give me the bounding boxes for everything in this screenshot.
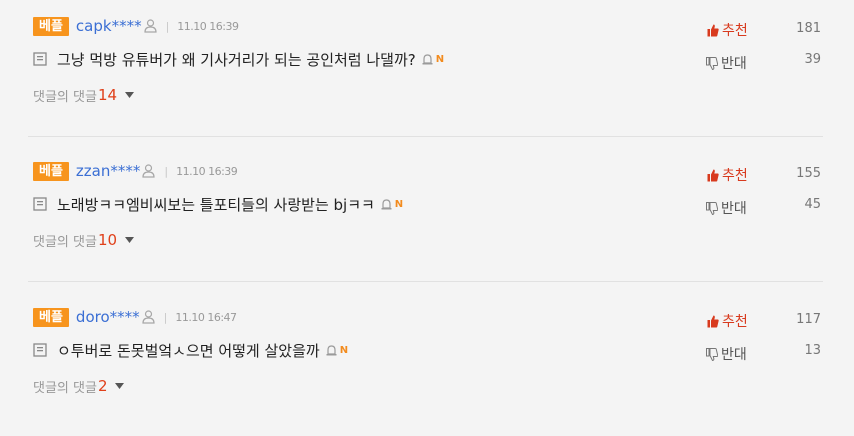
separator: | bbox=[165, 19, 170, 33]
oppose-button[interactable]: 반대 bbox=[706, 344, 747, 364]
recommend-count: 117 bbox=[796, 312, 821, 327]
reply-label: 댓글의 댓글 bbox=[33, 89, 97, 105]
oppose-count: 13 bbox=[804, 343, 821, 358]
comment-header: 베플 zzan**** | 11.10 16:39 bbox=[33, 161, 238, 181]
timestamp: 11.10 16:47 bbox=[175, 310, 237, 324]
alarm-bell-icon[interactable] bbox=[380, 198, 393, 211]
comment-header: 베플 doro**** | 11.10 16:47 bbox=[33, 307, 237, 327]
oppose-button[interactable]: 반대 bbox=[706, 53, 747, 73]
reply-label: 댓글의 댓글 bbox=[33, 380, 97, 396]
recommend-button[interactable]: 추천 bbox=[707, 20, 748, 40]
reply-count: 14 bbox=[97, 86, 118, 104]
best-badge: 베플 bbox=[33, 307, 69, 327]
person-icon[interactable] bbox=[142, 164, 155, 178]
reply-count: 2 bbox=[97, 377, 108, 395]
comment-item: 베플 doro**** | 11.10 16:47 ㅇ투버로 돈못벌엌ㅅ으면 어… bbox=[0, 291, 854, 436]
comment-body: 그냥 먹방 유튜버가 왜 기사거리가 되는 공인처럼 나댈까? N bbox=[33, 48, 444, 70]
oppose-label: 반대 bbox=[721, 201, 747, 217]
thumbs-down-icon bbox=[706, 201, 718, 215]
timestamp: 11.10 16:39 bbox=[177, 19, 239, 33]
user-id[interactable]: capk**** bbox=[76, 17, 142, 35]
recommend-label: 추천 bbox=[722, 314, 748, 330]
comment-item: 베플 capk**** | 11.10 16:39 그냥 먹방 유튜버가 왜 기… bbox=[0, 0, 854, 145]
timestamp: 11.10 16:39 bbox=[176, 164, 238, 178]
thumbs-up-icon bbox=[707, 315, 719, 327]
person-icon[interactable] bbox=[142, 310, 155, 324]
new-icon: N bbox=[435, 53, 445, 65]
new-icon: N bbox=[339, 344, 349, 356]
alarm-bell-icon[interactable] bbox=[325, 344, 338, 357]
comment-list: 베플 capk**** | 11.10 16:39 그냥 먹방 유튜버가 왜 기… bbox=[0, 0, 854, 425]
document-icon bbox=[33, 52, 47, 66]
best-badge: 베플 bbox=[33, 16, 69, 36]
reply-toggle[interactable]: 댓글의 댓글 14 bbox=[33, 85, 135, 105]
thumbs-up-icon bbox=[707, 169, 719, 181]
comment-body: 노래방ㅋㅋ엠비씨보는 틀포티들의 사랑받는 bjㅋㅋ N bbox=[33, 193, 403, 215]
oppose-label: 반대 bbox=[721, 56, 747, 72]
divider bbox=[28, 136, 823, 137]
thumbs-down-icon bbox=[706, 56, 718, 70]
best-badge: 베플 bbox=[33, 161, 69, 181]
reply-toggle[interactable]: 댓글의 댓글 10 bbox=[33, 230, 135, 250]
new-icon: N bbox=[394, 198, 404, 210]
comment-item: 베플 zzan**** | 11.10 16:39 노래방ㅋㅋ엠비씨보는 틀포티… bbox=[0, 145, 854, 290]
divider bbox=[28, 281, 823, 282]
document-icon bbox=[33, 197, 47, 211]
alarm-bell-icon[interactable] bbox=[421, 53, 434, 66]
oppose-count: 45 bbox=[804, 197, 821, 212]
user-id[interactable]: zzan**** bbox=[76, 162, 140, 180]
chevron-down-icon bbox=[125, 237, 135, 243]
separator: | bbox=[163, 310, 168, 324]
recommend-count: 181 bbox=[796, 21, 821, 36]
recommend-button[interactable]: 추천 bbox=[707, 311, 748, 331]
recommend-label: 추천 bbox=[722, 168, 748, 184]
recommend-count: 155 bbox=[796, 166, 821, 181]
comment-text: 그냥 먹방 유튜버가 왜 기사거리가 되는 공인처럼 나댈까? bbox=[57, 50, 416, 69]
comment-header: 베플 capk**** | 11.10 16:39 bbox=[33, 16, 239, 36]
oppose-button[interactable]: 반대 bbox=[706, 198, 747, 218]
document-icon bbox=[33, 343, 47, 357]
reply-count: 10 bbox=[97, 231, 118, 249]
oppose-count: 39 bbox=[804, 52, 821, 67]
comment-text: ㅇ투버로 돈못벌엌ㅅ으면 어떻게 살았을까 bbox=[57, 341, 320, 360]
reply-label: 댓글의 댓글 bbox=[33, 234, 97, 250]
comment-body: ㅇ투버로 돈못벌엌ㅅ으면 어떻게 살았을까 N bbox=[33, 339, 348, 361]
thumbs-down-icon bbox=[706, 347, 718, 361]
chevron-down-icon bbox=[115, 383, 125, 389]
comment-text: 노래방ㅋㅋ엠비씨보는 틀포티들의 사랑받는 bjㅋㅋ bbox=[57, 195, 375, 214]
thumbs-up-icon bbox=[707, 24, 719, 36]
reply-toggle[interactable]: 댓글의 댓글 2 bbox=[33, 376, 125, 396]
chevron-down-icon bbox=[125, 92, 135, 98]
recommend-label: 추천 bbox=[722, 23, 748, 39]
person-icon[interactable] bbox=[143, 19, 157, 33]
recommend-button[interactable]: 추천 bbox=[707, 165, 748, 185]
separator: | bbox=[164, 164, 169, 178]
user-id[interactable]: doro**** bbox=[76, 308, 140, 326]
oppose-label: 반대 bbox=[721, 347, 747, 363]
